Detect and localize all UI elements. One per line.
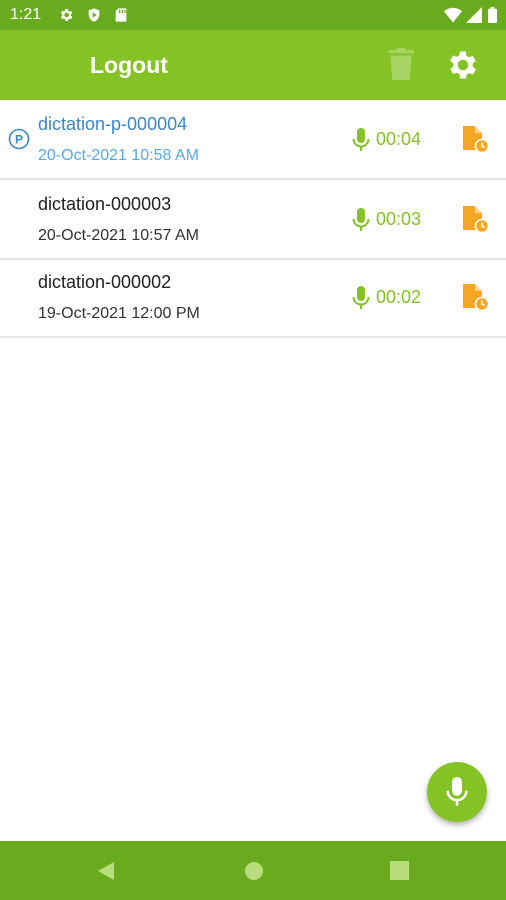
- signal-icon: [466, 7, 482, 28]
- dictation-name: dictation-p-000004: [38, 114, 188, 134]
- back-icon[interactable]: [97, 861, 115, 886]
- file-clock-icon[interactable]: [461, 205, 490, 238]
- priority-badge-icon: P: [8, 128, 30, 155]
- microphone-icon: [352, 286, 370, 315]
- dictation-date: 20-Oct-2021 10:58 AM: [38, 147, 199, 164]
- trash-icon[interactable]: [388, 48, 414, 85]
- record-button[interactable]: [427, 762, 487, 822]
- dictation-date: 20-Oct-2021 10:57 AM: [38, 227, 199, 244]
- microphone-icon: [352, 128, 370, 157]
- battery-icon: [488, 7, 497, 28]
- file-clock-icon[interactable]: [461, 125, 490, 158]
- list-item[interactable]: P dictation-p-000004 20-Oct-2021 10:58 A…: [0, 100, 506, 180]
- navigation-bar: [0, 841, 506, 900]
- microphone-icon: [446, 777, 468, 806]
- wifi-icon: [444, 7, 462, 28]
- priority-badge-label: P: [15, 133, 23, 147]
- status-time: 1:21: [10, 6, 42, 23]
- list-item[interactable]: dictation-000002 19-Oct-2021 12:00 PM 00…: [0, 258, 506, 338]
- logout-button[interactable]: Logout: [90, 52, 168, 79]
- dictation-duration: 00:03: [376, 209, 422, 229]
- dictation-name: dictation-000002: [38, 272, 172, 292]
- dictation-date: 19-Oct-2021 12:00 PM: [38, 305, 200, 322]
- dictation-name: dictation-000003: [38, 194, 172, 214]
- home-icon[interactable]: [244, 861, 264, 886]
- gear-icon: [58, 7, 74, 28]
- file-clock-icon[interactable]: [461, 283, 490, 316]
- dictation-duration: 00:02: [376, 287, 422, 307]
- recents-icon[interactable]: [390, 861, 409, 885]
- shield-play-icon: [86, 7, 102, 28]
- sd-card-icon: [114, 7, 128, 28]
- status-bar: 1:21: [0, 0, 506, 30]
- gear-icon[interactable]: [445, 47, 481, 88]
- list-item[interactable]: dictation-000003 20-Oct-2021 10:57 AM 00…: [0, 180, 506, 260]
- dictation-duration: 00:04: [376, 129, 422, 149]
- microphone-icon: [352, 208, 370, 237]
- app-bar: Logout: [0, 30, 506, 100]
